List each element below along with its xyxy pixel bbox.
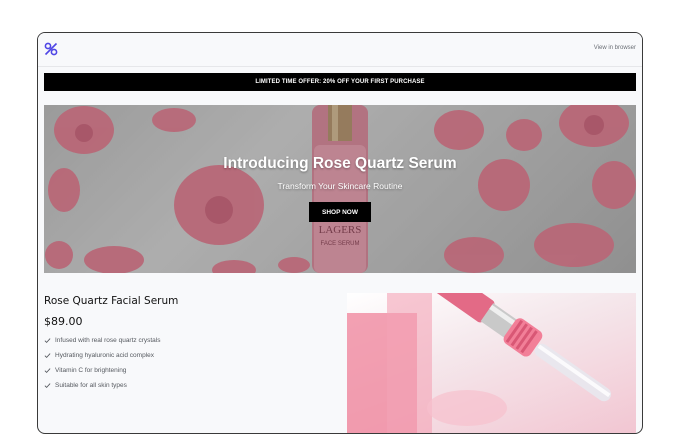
brand-logo-icon[interactable] [44,42,58,56]
list-item: Hydrating hyaluronic acid complex [44,348,161,363]
product-name: Rose Quartz Facial Serum [44,295,179,307]
view-in-browser-link[interactable]: View in browser [594,45,636,51]
check-icon [44,353,51,359]
hero-banner[interactable]: LAGERS FACE SERUM Introducing Rose Quart… [44,105,636,273]
offer-banner[interactable]: LIMITED TIME OFFER: 20% OFF YOUR FIRST P… [44,73,636,91]
feature-label: Vitamin C for brightening [55,367,127,374]
product-price: $89.00 [44,315,83,328]
check-icon [44,368,51,374]
check-icon [44,383,51,389]
hero-title: Introducing Rose Quartz Serum [223,155,457,172]
offer-banner-text: LIMITED TIME OFFER: 20% OFF YOUR FIRST P… [255,79,425,85]
check-icon [44,338,51,344]
feature-list: Infused with real rose quartz crystals H… [44,333,161,393]
email-header: View in browser [38,33,642,67]
feature-label: Suitable for all skin types [55,382,127,389]
serum-dropper-image [347,293,612,433]
feature-label: Hydrating hyaluronic acid complex [55,352,154,359]
list-item: Vitamin C for brightening [44,363,161,378]
hero-subtitle: Transform Your Skincare Routine [277,181,403,191]
email-frame: View in browser LIMITED TIME OFFER: 20% … [37,32,643,434]
list-item: Infused with real rose quartz crystals [44,333,161,348]
product-image [347,293,636,433]
feature-label: Infused with real rose quartz crystals [55,337,161,344]
list-item: Suitable for all skin types [44,378,161,393]
shop-now-button[interactable]: SHOP NOW [309,202,371,222]
